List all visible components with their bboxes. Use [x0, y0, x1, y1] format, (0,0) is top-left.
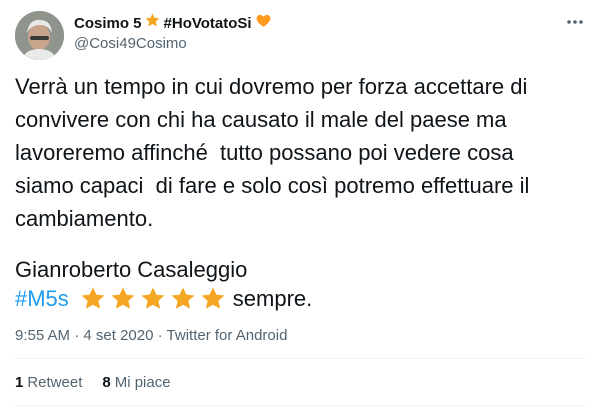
- retweets-label: Retweet: [27, 374, 83, 391]
- star-emoji-icon: [171, 287, 195, 309]
- display-hashtag[interactable]: #HoVotatoSi: [164, 15, 252, 32]
- star-emoji-group: [79, 285, 229, 313]
- avatar[interactable]: [15, 11, 64, 60]
- avatar-photo: [15, 11, 64, 60]
- star-emoji-icon: [141, 287, 165, 309]
- tweet-source[interactable]: Twitter for Android: [167, 327, 288, 344]
- retweets-count: 1: [15, 374, 24, 391]
- likes-count: 8: [102, 374, 111, 391]
- meta-separator: ·: [157, 327, 167, 344]
- orange-heart-icon: [255, 12, 272, 34]
- name-row: Cosimo 5 #HoVotatoSi: [74, 13, 272, 33]
- tweet-date[interactable]: 4 set 2020: [83, 327, 153, 344]
- divider: [15, 358, 585, 359]
- likes-label: Mi piace: [114, 374, 171, 391]
- retweets-stat[interactable]: 1 Retweet: [15, 374, 82, 391]
- tweet-closing-text: sempre.: [232, 286, 313, 311]
- star-emoji-icon: [144, 12, 161, 34]
- meta-separator: ·: [74, 327, 84, 344]
- hashtag-link[interactable]: #M5s: [15, 286, 69, 312]
- tweet-metadata: 9:55 AM · 4 set 2020 · Twitter for Andro…: [15, 327, 287, 344]
- more-dots-icon: [567, 20, 583, 24]
- star-emoji-icon: [81, 287, 105, 309]
- tweet-stats: 1 Retweet 8 Mi piace: [15, 374, 191, 391]
- tweet-time[interactable]: 9:55 AM: [15, 327, 70, 344]
- star-emoji-icon: [111, 287, 135, 309]
- tweet-tag-row: #M5s sempre.: [15, 282, 312, 316]
- star-emoji-icon: [201, 287, 225, 309]
- likes-stat[interactable]: 8 Mi piace: [102, 374, 170, 391]
- more-options-button[interactable]: [560, 10, 590, 34]
- display-name[interactable]: Cosimo 5: [74, 15, 142, 32]
- user-handle[interactable]: @Cosi49Cosimo: [74, 35, 187, 52]
- divider: [15, 405, 585, 406]
- tweet-text: Verrà un tempo in cui dovremo per forza …: [15, 74, 530, 231]
